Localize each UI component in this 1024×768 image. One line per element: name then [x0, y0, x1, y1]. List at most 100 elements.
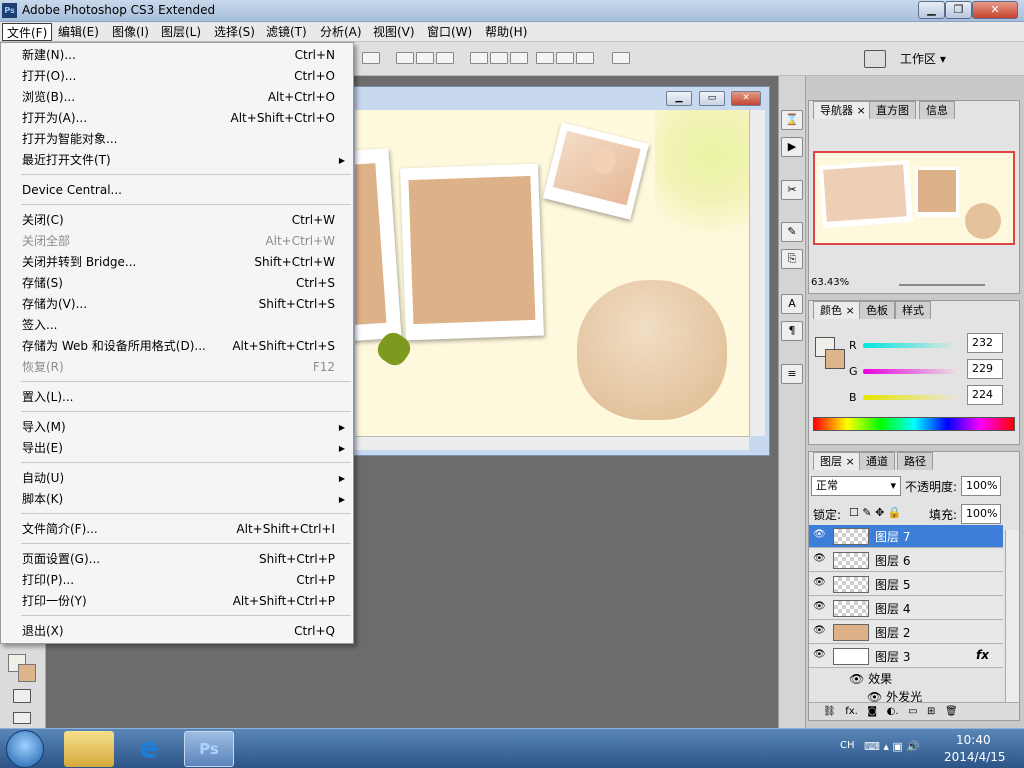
tab-layers[interactable]: 图层 ×	[813, 452, 862, 470]
workspace-button[interactable]: 工作区 ▾	[900, 49, 946, 69]
language-indicator[interactable]: CH	[840, 740, 855, 751]
layer-row[interactable]: 👁 图层 4	[809, 597, 1003, 620]
character-icon[interactable]: A	[781, 294, 803, 314]
bridge-icon[interactable]	[864, 50, 886, 68]
start-button[interactable]	[6, 730, 44, 768]
menu-item-open-as[interactable]: 打开为(A)... Alt+Shift+Ctrl+O	[1, 108, 353, 129]
menu-item-device-central[interactable]: Device Central...	[1, 180, 353, 201]
explorer-taskbar-icon[interactable]	[64, 731, 114, 767]
eye-icon[interactable]: 👁	[813, 601, 827, 615]
r-value-field[interactable]: 232	[967, 333, 1003, 353]
eye-icon[interactable]: 👁	[813, 625, 827, 639]
eye-icon[interactable]: 👁	[813, 649, 827, 663]
menu-item-page-setup[interactable]: 页面设置(G)... Shift+Ctrl+P	[1, 549, 353, 570]
distribute-hcenter-icon[interactable]	[556, 52, 574, 64]
zoom-slider[interactable]	[899, 284, 985, 286]
history-icon[interactable]: ⌛	[781, 110, 803, 130]
b-slider[interactable]	[863, 395, 959, 400]
color-spectrum-bar[interactable]	[813, 417, 1015, 431]
quick-mask-icon[interactable]	[13, 689, 31, 703]
r-slider[interactable]	[863, 343, 959, 348]
menu-item-save-as[interactable]: 存储为(V)... Shift+Ctrl+S	[1, 294, 353, 315]
menu-item-automate[interactable]: 自动(U) ▶	[1, 468, 353, 489]
blend-mode-select[interactable]: 正常 ▾	[811, 476, 901, 496]
menu-analysis[interactable]: 分析(A)	[316, 23, 366, 41]
eye-icon[interactable]: 👁	[813, 577, 827, 591]
distribute-right-icon[interactable]	[576, 52, 594, 64]
layer-row[interactable]: 👁 图层 5	[809, 573, 1003, 596]
menu-item-import[interactable]: 导入(M) ▶	[1, 417, 353, 438]
ie-taskbar-icon[interactable]: e	[124, 731, 174, 767]
actions-icon[interactable]: ▶	[781, 137, 803, 157]
menu-filter[interactable]: 滤镜(T)	[262, 23, 311, 41]
clone-source-icon[interactable]: ⎘	[781, 249, 803, 269]
background-color-swatch[interactable]	[18, 664, 36, 682]
align-top-icon[interactable]	[362, 52, 380, 64]
doc-horizontal-scrollbar[interactable]	[355, 436, 749, 450]
menu-edit[interactable]: 编辑(E)	[54, 23, 103, 41]
menu-image[interactable]: 图像(I)	[108, 23, 153, 41]
align-left-icon[interactable]	[436, 52, 454, 64]
menu-item-open[interactable]: 打开(O)... Ctrl+O	[1, 66, 353, 87]
menu-item-scripts[interactable]: 脚本(K) ▶	[1, 489, 353, 510]
eye-icon[interactable]: 👁	[813, 529, 827, 543]
auto-align-icon[interactable]	[612, 52, 630, 64]
tab-color[interactable]: 颜色 ×	[813, 301, 862, 319]
menu-item-export[interactable]: 导出(E) ▶	[1, 438, 353, 459]
menu-item-new[interactable]: 新建(N)... Ctrl+N	[1, 45, 353, 66]
layer-row[interactable]: 👁 图层 2	[809, 621, 1003, 644]
effect-outer-glow[interactable]: 👁 外发光	[867, 688, 922, 702]
menu-file[interactable]: 文件(F)	[2, 23, 53, 41]
distribute-left-icon[interactable]	[536, 52, 554, 64]
opacity-field[interactable]: 100%	[961, 476, 1001, 496]
paragraph-icon[interactable]: ¶	[781, 321, 803, 341]
menu-view[interactable]: 视图(V)	[369, 23, 419, 41]
navigator-preview[interactable]	[813, 151, 1015, 245]
clock-time[interactable]: 10:40	[956, 733, 991, 747]
menu-item-print[interactable]: 打印(P)... Ctrl+P	[1, 570, 353, 591]
doc-vertical-scrollbar[interactable]	[749, 110, 765, 436]
tab-swatches[interactable]: 色板	[859, 301, 895, 319]
distribute-top-icon[interactable]	[470, 52, 488, 64]
menu-layer[interactable]: 图层(L)	[157, 23, 205, 41]
fx-badge[interactable]: fx	[976, 648, 989, 662]
background-color-box[interactable]	[825, 349, 845, 369]
tool-presets-icon[interactable]: ✂	[781, 180, 803, 200]
layer-row[interactable]: 👁 图层 6	[809, 549, 1003, 572]
brushes-icon[interactable]: ✎	[781, 222, 803, 242]
menu-item-save-for-web[interactable]: 存储为 Web 和设备所用格式(D)... Alt+Shift+Ctrl+S	[1, 336, 353, 357]
tab-channels[interactable]: 通道	[859, 452, 895, 470]
menu-window[interactable]: 窗口(W)	[423, 23, 476, 41]
tab-styles[interactable]: 样式	[895, 301, 931, 319]
menu-item-close-goto-bridge[interactable]: 关闭并转到 Bridge... Shift+Ctrl+W	[1, 252, 353, 273]
menu-item-file-info[interactable]: 文件简介(F)... Alt+Shift+Ctrl+I	[1, 519, 353, 540]
menu-item-browse[interactable]: 浏览(B)... Alt+Ctrl+O	[1, 87, 353, 108]
menu-item-recent-files[interactable]: 最近打开文件(T) ▶	[1, 150, 353, 171]
distribute-bottom-icon[interactable]	[510, 52, 528, 64]
tab-info[interactable]: 信息	[919, 101, 955, 119]
menu-item-place[interactable]: 置入(L)...	[1, 387, 353, 408]
doc-close-button[interactable]: ✕	[731, 91, 761, 106]
align-bottom-icon[interactable]	[416, 52, 434, 64]
menu-item-close[interactable]: 关闭(C) Ctrl+W	[1, 210, 353, 231]
tab-paths[interactable]: 路径	[897, 452, 933, 470]
align-vcenter-icon[interactable]	[396, 52, 414, 64]
layers-bottom-toolbar[interactable]: ⛓ fx. ◙ ◐. ▭ ⊞ 🗑	[809, 702, 1019, 720]
screen-mode-icon[interactable]	[13, 712, 31, 724]
menu-select[interactable]: 选择(S)	[210, 23, 259, 41]
tray-icons[interactable]: ⌨ ▴ ▣ 🔊	[864, 740, 920, 753]
menu-item-save[interactable]: 存储(S) Ctrl+S	[1, 273, 353, 294]
distribute-vcenter-icon[interactable]	[490, 52, 508, 64]
menu-item-print-one-copy[interactable]: 打印一份(Y) Alt+Shift+Ctrl+P	[1, 591, 353, 612]
minimize-button[interactable]: ▁	[918, 1, 945, 19]
maximize-button[interactable]: ❐	[945, 1, 972, 19]
g-slider[interactable]	[863, 369, 959, 374]
tab-navigator[interactable]: 导航器 ×	[813, 101, 873, 119]
lock-icons[interactable]: ☐ ✎ ✥ 🔒	[849, 506, 901, 519]
menu-item-open-smart-object[interactable]: 打开为智能对象...	[1, 129, 353, 150]
photoshop-taskbar-icon[interactable]: Ps	[184, 731, 234, 767]
layer-row[interactable]: 👁 图层 3 fx	[809, 645, 1003, 668]
tab-histogram[interactable]: 直方图	[869, 101, 916, 119]
g-value-field[interactable]: 229	[967, 359, 1003, 379]
close-button[interactable]: ✕	[972, 1, 1018, 19]
